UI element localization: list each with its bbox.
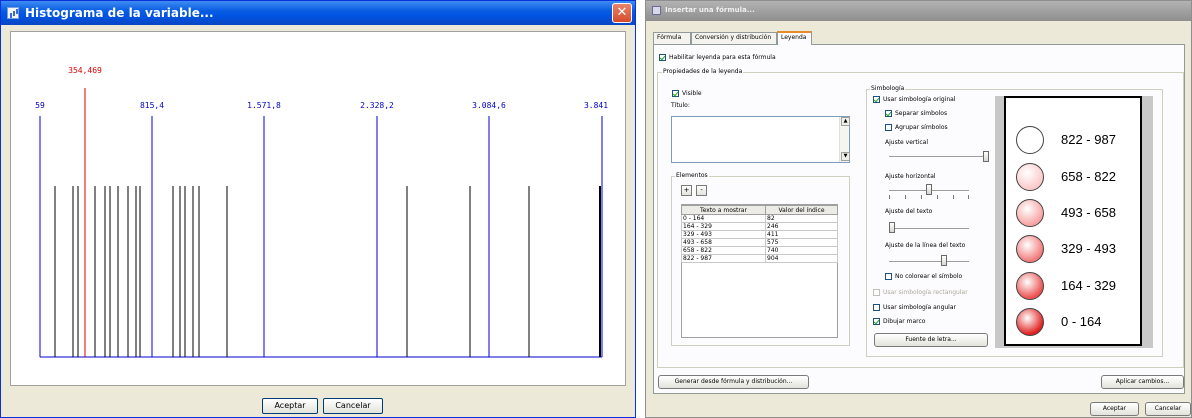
no-color-label: No colorear el símbolo <box>895 273 963 280</box>
axis-label-5: 3.841 <box>583 101 609 110</box>
group-symbols-label: Agrupar símbolos <box>895 124 948 131</box>
enable-legend-checkbox[interactable] <box>659 54 666 61</box>
enable-legend-label: Habilitar leyenda para esta fórmula <box>669 54 776 61</box>
tab-legend[interactable]: Leyenda <box>777 31 812 45</box>
horizontal-adjust-label: Ajuste horizontal <box>885 173 936 180</box>
legend-preview-label: 493 - 658 <box>1061 205 1116 220</box>
text-slider-track[interactable] <box>889 228 969 230</box>
original-symbology-checkbox[interactable] <box>873 96 880 103</box>
cell-text[interactable]: 822 - 987 <box>681 254 766 263</box>
legend-symbol-icon <box>1016 126 1044 154</box>
cell-text[interactable]: 164 - 329 <box>681 222 766 231</box>
visible-checkbox[interactable] <box>672 90 679 97</box>
separate-symbols-label: Separar símbolos <box>895 110 948 117</box>
legend-symbol-icon <box>1016 308 1044 336</box>
title-scrollbar[interactable]: ▲ ▼ <box>839 117 850 162</box>
rect-symbology-checkbox <box>873 289 880 296</box>
table-row[interactable]: 0 - 164 82 <box>681 214 838 223</box>
legend-preview-label: 658 - 822 <box>1061 169 1116 184</box>
formula-title-bar[interactable]: Insertar una fórmula... <box>646 1 1191 21</box>
column-header-value[interactable]: Valor del índice <box>765 205 838 215</box>
mean-label: 354,469 <box>68 66 102 75</box>
separate-symbols-checkbox[interactable] <box>885 110 892 117</box>
elements-label: Elementos <box>675 172 709 179</box>
axis-label-2: 1.571,8 <box>247 101 281 110</box>
draw-frame-label: Dibujar marco <box>883 318 926 325</box>
window-icon <box>652 6 661 15</box>
legend-preview-label: 822 - 987 <box>1061 132 1116 147</box>
angular-symbology-checkbox[interactable] <box>873 304 880 311</box>
cell-value[interactable]: 575 <box>765 238 838 247</box>
generate-button[interactable]: Generar desde fórmula y distribución... <box>658 375 809 389</box>
legend-preview-label: 0 - 164 <box>1061 314 1102 329</box>
legend-preview-label: 164 - 329 <box>1061 278 1116 293</box>
legend-symbol-icon <box>1016 235 1044 263</box>
horizontal-slider-ticks <box>889 195 969 199</box>
table-row[interactable]: 658 - 822 740 <box>681 246 838 255</box>
table-row[interactable]: 493 - 658 575 <box>681 238 838 247</box>
table-row[interactable]: 164 - 329 246 <box>681 222 838 231</box>
original-symbology-label: Usar simbología original <box>883 96 956 103</box>
font-button[interactable]: Fuente de letra... <box>874 333 988 347</box>
angular-symbology-label: Usar simbología angular <box>883 304 956 311</box>
cell-text[interactable]: 329 - 493 <box>681 230 766 239</box>
column-header-text[interactable]: Texto a mostrar <box>681 205 766 215</box>
cell-value[interactable]: 411 <box>765 230 838 239</box>
text-adjust-label: Ajuste del texto <box>885 208 933 215</box>
remove-row-button[interactable]: - <box>696 185 707 196</box>
formula-ok-button[interactable]: Aceptar <box>1090 402 1139 416</box>
cell-value[interactable]: 904 <box>765 254 838 263</box>
vertical-slider-thumb[interactable] <box>983 151 989 162</box>
title-textarea[interactable] <box>671 116 850 163</box>
axis-label-3: 2.328,2 <box>360 101 394 110</box>
line-text-adjust-label: Ajuste de la línea del texto <box>885 242 966 249</box>
line-text-slider-thumb[interactable] <box>940 255 947 266</box>
horizontal-slider-thumb[interactable] <box>926 184 932 195</box>
legend-symbol-icon <box>1016 199 1044 227</box>
draw-frame-checkbox[interactable] <box>873 318 880 325</box>
scroll-down-icon[interactable]: ▼ <box>841 152 850 161</box>
cell-value[interactable]: 82 <box>765 214 838 223</box>
formula-title: Insertar una fórmula... <box>665 6 755 14</box>
no-color-checkbox[interactable] <box>885 273 892 280</box>
elements-table[interactable]: Texto a mostrar Valor del índice 0 - 164… <box>681 205 838 263</box>
add-row-button[interactable]: + <box>681 185 692 196</box>
legend-preview-label: 329 - 493 <box>1061 241 1116 256</box>
group-symbols-checkbox[interactable] <box>885 124 892 131</box>
table-row[interactable]: 822 - 987 904 <box>681 254 838 263</box>
line-text-slider-track[interactable] <box>889 261 969 263</box>
text-slider-thumb[interactable] <box>889 222 895 233</box>
rect-symbology-label: Usar simbología rectangular <box>883 289 968 296</box>
symbology-label: Simbología <box>870 85 906 92</box>
vertical-adjust-label: Ajuste vertical <box>885 139 929 146</box>
axis-label-1: 815,4 <box>139 101 165 110</box>
legend-symbol-icon <box>1016 163 1044 191</box>
histogram-chart <box>39 88 603 358</box>
cell-text[interactable]: 493 - 658 <box>681 238 766 247</box>
vertical-slider-track[interactable] <box>889 156 989 158</box>
axis-label-0: 59 <box>35 101 45 110</box>
cell-value[interactable]: 740 <box>765 246 838 255</box>
scroll-up-icon[interactable]: ▲ <box>841 117 850 126</box>
cell-value[interactable]: 246 <box>765 222 838 231</box>
visible-label: Visible <box>682 90 702 97</box>
formula-cancel-button[interactable]: Cancelar <box>1145 402 1191 416</box>
title-label: Título: <box>671 102 690 109</box>
legend-symbol-icon <box>1016 272 1044 300</box>
axis-label-4: 3.084,6 <box>472 101 506 110</box>
table-row[interactable]: 329 - 493 411 <box>681 230 838 239</box>
tab-formula[interactable]: Fórmula <box>653 32 691 44</box>
legend-properties-label: Propiedades de la leyenda <box>662 68 744 75</box>
apply-button[interactable]: Aplicar cambios... <box>1101 375 1184 389</box>
cell-text[interactable]: 658 - 822 <box>681 246 766 255</box>
cell-text[interactable]: 0 - 164 <box>681 214 766 223</box>
tab-conversion[interactable]: Conversión y distribución <box>691 32 777 44</box>
